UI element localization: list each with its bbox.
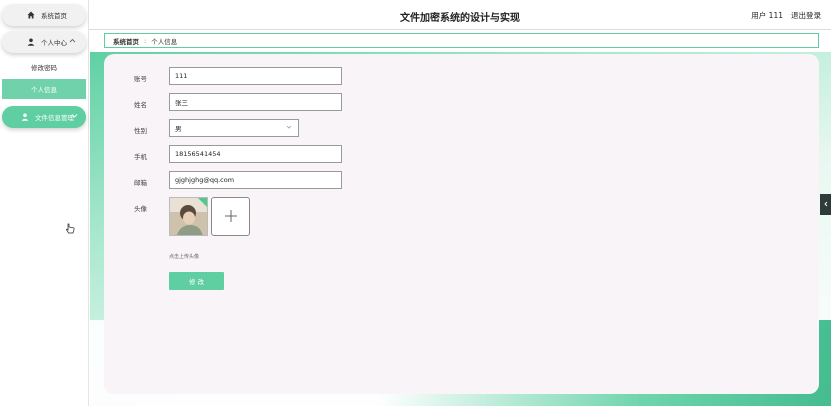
sidebar-item-personal-center[interactable]: 个人中心 (2, 31, 86, 53)
breadcrumb-separator: : (144, 36, 147, 45)
account-value: 111 (175, 72, 188, 80)
sidebar-item-file-management[interactable]: 文件信息管理 (2, 106, 86, 234)
upload-hint: 点击上传头像 (169, 254, 200, 260)
logout-link[interactable]: 退出登录 (791, 10, 821, 21)
plus-icon (224, 209, 238, 225)
email-label: 邮箱 (134, 179, 147, 187)
app-title: 文件加密系统的设计与实现 (400, 13, 520, 24)
gender-label: 性别 (134, 127, 147, 135)
account-field[interactable]: 111 (169, 67, 342, 85)
breadcrumb-current: 个人信息 (151, 37, 178, 46)
submit-button[interactable]: 修 改 (169, 272, 224, 290)
account-label: 账号 (134, 75, 147, 83)
user-area: 用户 111 退出登录 (751, 10, 821, 21)
collapse-panel-button[interactable] (820, 194, 831, 215)
phone-label: 手机 (134, 153, 147, 161)
name-value: 张三 (175, 99, 188, 107)
chevron-down-icon (286, 124, 292, 132)
sidebar: 系统首页 个人中心 修改密码 个人信息 文件信息管理 (0, 0, 89, 406)
email-field[interactable]: gjghjghg@qq.com (169, 171, 342, 189)
sidebar-item-label: 系统首页 (41, 12, 67, 20)
sidebar-item-change-password[interactable]: 修改密码 (0, 58, 88, 76)
home-icon (26, 11, 35, 20)
phone-value: 18156541454 (175, 150, 221, 158)
user-icon (20, 113, 29, 122)
sidebar-item-label: 个人信息 (31, 86, 57, 94)
phone-field[interactable]: 18156541454 (169, 145, 342, 163)
name-label: 姓名 (134, 101, 147, 109)
avatar-label: 头像 (134, 205, 147, 213)
sidebar-item-home[interactable]: 系统首页 (2, 4, 86, 26)
gender-select[interactable]: 男 (169, 119, 299, 137)
user-label: 用户 111 (751, 11, 783, 20)
sidebar-item-label: 个人中心 (41, 39, 67, 47)
sidebar-item-label: 文件信息管理 (35, 114, 74, 122)
gender-value: 男 (175, 125, 182, 133)
top-bar: 文件加密系统的设计与实现 用户 111 退出登录 (89, 0, 831, 30)
breadcrumb-home[interactable]: 系统首页 (113, 36, 139, 46)
breadcrumb: 系统首页 : 个人信息 (104, 33, 819, 48)
chevron-up-icon (69, 37, 76, 46)
sidebar-item-personal-info[interactable]: 个人信息 (2, 79, 86, 99)
profile-card: 账号 111 姓名 张三 性别 男 手机 18156541454 邮箱 gjgh… (104, 54, 819, 394)
pointer-cursor-icon (66, 223, 75, 236)
avatar-image[interactable] (169, 197, 208, 236)
sidebar-item-label: 修改密码 (31, 64, 57, 72)
user-icon (26, 38, 35, 47)
chevron-left-icon (823, 201, 829, 209)
email-value: gjghjghg@qq.com (175, 176, 235, 184)
upload-avatar-button[interactable] (211, 197, 250, 236)
name-field[interactable]: 张三 (169, 93, 342, 111)
chevron-down-icon (71, 112, 78, 121)
